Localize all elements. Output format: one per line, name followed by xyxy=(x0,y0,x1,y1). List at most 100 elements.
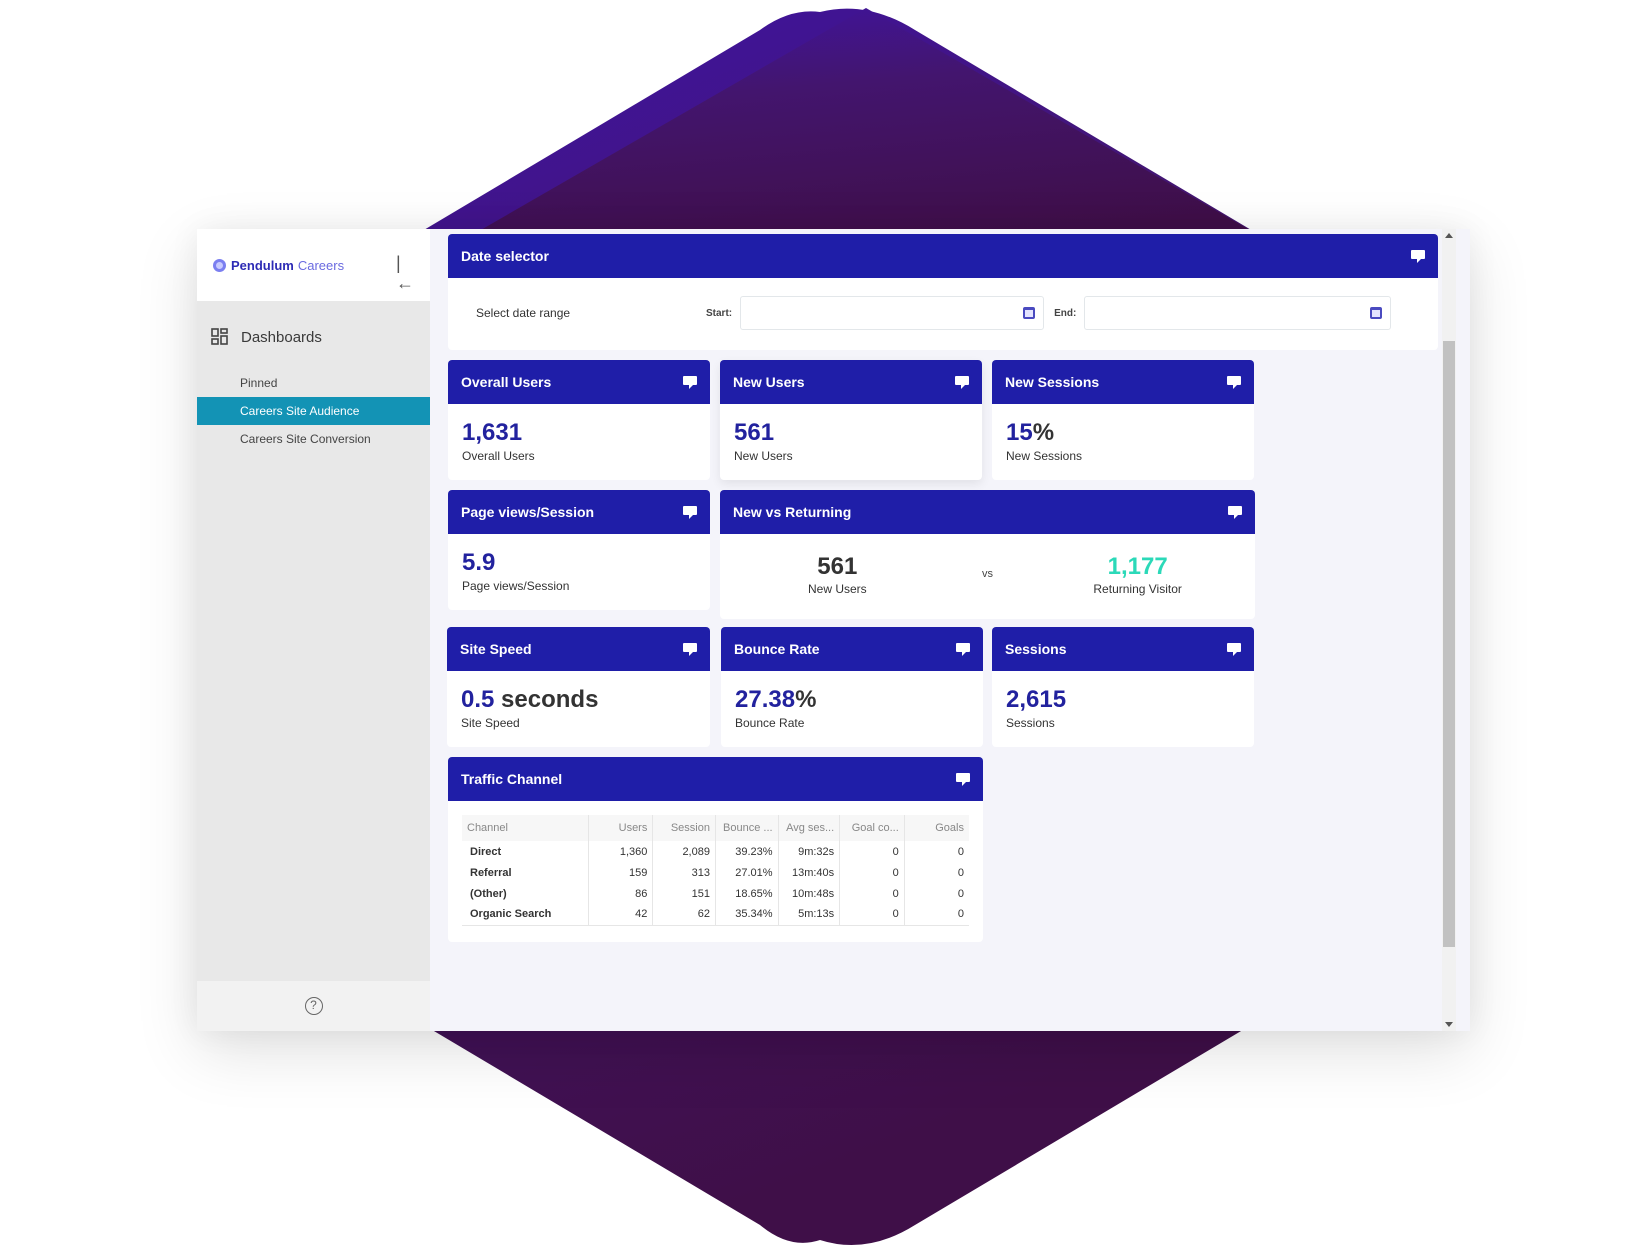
table-cell: 39.23% xyxy=(715,841,779,862)
table-cell: 10m:48s xyxy=(778,883,841,904)
table-row[interactable]: Organic Search 42 62 35.34% 5m:13s 0 0 xyxy=(462,904,969,926)
collapse-left-icon[interactable]: |← xyxy=(396,253,416,293)
sidebar-item-careers-site-conversion[interactable]: Careers Site Conversion xyxy=(197,425,430,453)
new-vs-returning-card: New vs Returning 561 New Users vs 1,177 Re… xyxy=(720,490,1255,619)
card-header: Date selector xyxy=(448,234,1438,278)
table-cell: 0 xyxy=(839,883,905,904)
table-cell: 0 xyxy=(839,904,905,926)
scrollbar-thumb[interactable] xyxy=(1443,341,1455,947)
card-title: Site Speed xyxy=(460,641,532,657)
table-row[interactable]: Direct 1,360 2,089 39.23% 9m:32s 0 0 xyxy=(462,841,969,862)
kpi-value: 27.38 xyxy=(735,686,796,713)
sidebar-item-pinned[interactable]: Pinned xyxy=(197,369,430,397)
traffic-table: Channel Users Session Bounce ... Avg ses… xyxy=(462,815,969,926)
calendar-icon[interactable] xyxy=(1023,307,1036,319)
channel-name-cell: Organic Search xyxy=(462,904,589,926)
table-cell: 2,089 xyxy=(652,841,716,862)
sidebar: Pendulum Careers |← Dashboards Pinned Ca… xyxy=(197,229,430,1031)
table-row[interactable]: (Other) 86 151 18.65% 10m:48s 0 0 xyxy=(462,883,969,904)
table-cell: 159 xyxy=(588,862,654,883)
sidebar-item-careers-site-audience[interactable]: Careers Site Audience xyxy=(197,397,430,425)
end-date-input[interactable] xyxy=(1084,296,1392,330)
card-title: New Sessions xyxy=(1005,374,1100,390)
start-date-input[interactable] xyxy=(740,296,1045,330)
sidebar-footer: ? xyxy=(197,981,430,1031)
table-row[interactable]: Referral 159 313 27.01% 13m:40s 0 0 xyxy=(462,862,969,883)
table-cell: 5m:13s xyxy=(778,904,841,926)
scroll-down-icon[interactable] xyxy=(1445,1022,1453,1027)
channel-name-cell: Direct xyxy=(462,841,589,862)
kpi-card-sessions: Sessions 2,615 Sessions xyxy=(992,627,1254,747)
calendar-icon[interactable] xyxy=(1370,307,1383,319)
kpi-card-bounce-rate: Bounce Rate 27.38% Bounce Rate xyxy=(721,627,983,747)
traffic-channel-card: Traffic Channel Channel Users Session Bo… xyxy=(448,757,983,942)
column-header[interactable]: Bounce ... xyxy=(715,815,779,841)
kpi-card-site-speed: Site Speed 0.5 seconds Site Speed xyxy=(447,627,710,747)
kpi-value: 561 xyxy=(734,419,775,446)
comment-icon[interactable] xyxy=(683,375,697,389)
table-cell: 0 xyxy=(904,904,969,926)
help-icon[interactable]: ? xyxy=(304,997,323,1015)
end-label: End: xyxy=(1054,307,1077,319)
sidebar-header: Pendulum Careers |← xyxy=(197,229,430,301)
returning-value: 1,177 xyxy=(1107,553,1168,580)
card-title: Page views/Session xyxy=(461,504,595,520)
table-cell: 42 xyxy=(588,904,654,926)
comment-icon[interactable] xyxy=(1411,249,1425,263)
table-cell: 13m:40s xyxy=(778,862,841,883)
page: Pendulum Careers |← Dashboards Pinned Ca… xyxy=(0,0,1648,1248)
brand-product: Careers xyxy=(297,257,345,273)
comment-icon[interactable] xyxy=(1227,375,1241,389)
kpi-card-overall-users: Overall Users 1,631 Overall Users xyxy=(448,360,710,480)
card-title: Sessions xyxy=(1005,641,1067,657)
kpi-card-new-sessions: New Sessions 15% New Sessions xyxy=(992,360,1254,480)
logo-icon xyxy=(213,258,226,272)
table-cell: 151 xyxy=(652,883,716,904)
column-header[interactable]: Goals xyxy=(904,815,969,841)
table-cell: 35.34% xyxy=(715,904,779,926)
table-cell: 0 xyxy=(957,887,964,900)
date-range-prompt: Select date range xyxy=(476,306,571,320)
channel-name-cell: (Other) xyxy=(462,883,589,904)
comment-icon[interactable] xyxy=(683,505,697,519)
table-cell: 27.01% xyxy=(715,862,779,883)
comment-icon[interactable] xyxy=(956,772,970,786)
comment-icon[interactable] xyxy=(1228,505,1242,519)
card-title: Overall Users xyxy=(461,374,552,390)
table-cell: 9m:32s xyxy=(778,841,841,862)
kpi-label: New Sessions xyxy=(1006,449,1083,463)
table-cell: 1,360 xyxy=(588,841,654,862)
card-title: Bounce Rate xyxy=(734,641,820,657)
column-header[interactable]: Users xyxy=(588,815,654,841)
kpi-value: 1,631 xyxy=(462,419,523,446)
table-cell: 313 xyxy=(652,862,716,883)
column-header[interactable]: Session xyxy=(652,815,716,841)
kpi-card-new-users: New Users 561 New Users xyxy=(720,360,982,480)
sidebar-section-dashboards[interactable]: Dashboards xyxy=(197,323,430,351)
comment-icon[interactable] xyxy=(955,375,969,389)
table-cell: 0 xyxy=(839,862,905,883)
channel-name-cell: Referral xyxy=(462,862,589,883)
kpi-unit: % xyxy=(795,686,817,713)
kpi-value: 15 xyxy=(1006,419,1033,446)
comment-icon[interactable] xyxy=(956,642,970,656)
vertical-scrollbar[interactable] xyxy=(1442,229,1456,1031)
new-users-value: 561 xyxy=(817,553,858,580)
sidebar-section-label: Dashboards xyxy=(241,328,322,346)
column-header[interactable]: Goal co... xyxy=(839,815,905,841)
table-cell: 18.65% xyxy=(715,883,779,904)
new-users-label: New Users xyxy=(807,582,867,596)
kpi-label: Site Speed xyxy=(461,716,520,730)
column-header[interactable]: Channel xyxy=(462,815,589,841)
comment-icon[interactable] xyxy=(1227,642,1241,656)
kpi-card-page-views: Page views/Session 5.9 Page views/Session xyxy=(448,490,710,610)
kpi-unit: seconds xyxy=(494,686,599,713)
scroll-up-icon[interactable] xyxy=(1445,233,1453,238)
kpi-label: Sessions xyxy=(1006,716,1055,730)
kpi-label: Page views/Session xyxy=(462,579,570,593)
comment-icon[interactable] xyxy=(683,642,697,656)
kpi-label: New Users xyxy=(734,449,793,463)
column-header[interactable]: Avg ses... xyxy=(778,815,841,841)
card-title: Traffic Channel xyxy=(461,771,563,787)
table-cell: 86 xyxy=(588,883,654,904)
